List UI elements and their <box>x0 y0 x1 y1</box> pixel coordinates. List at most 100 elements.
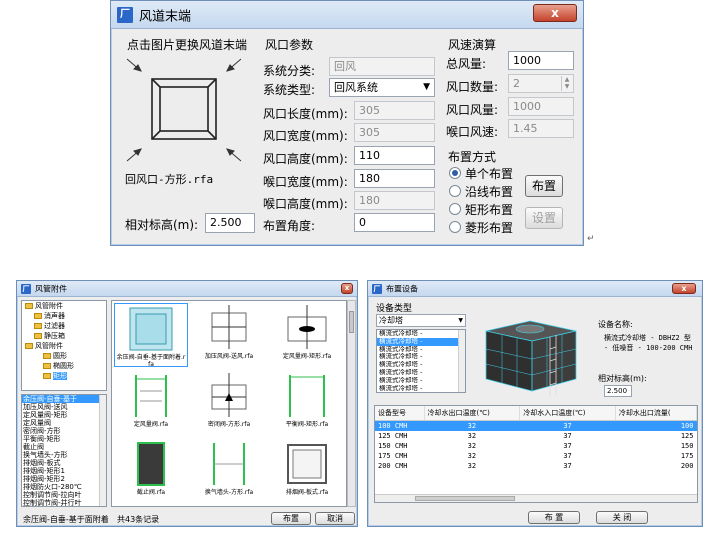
place-button[interactable]: 布置 <box>525 175 563 197</box>
thumbnail-grid[interactable]: 余压阀-自垂-基于面附着.rfa 加压风阀-送风.rfa 定风量阀-矩形.rfa 定风… <box>111 300 347 507</box>
title-bar[interactable]: 厂 布置设备 x <box>368 281 702 297</box>
per-flow-input[interactable]: 1000 <box>508 97 574 116</box>
spin-arrows-icon[interactable]: ▲ ▼ <box>561 76 572 91</box>
list-item[interactable]: 排烟阀-矩形2 <box>22 475 106 483</box>
close-button[interactable]: x <box>672 283 696 294</box>
width-input[interactable]: 305 <box>354 123 435 142</box>
family-thumbnail[interactable]: 密闭阀-方形.rfa <box>192 371 266 435</box>
grid-scrollbar[interactable] <box>347 300 356 507</box>
type-group-title: 设备类型 <box>376 304 413 314</box>
radio-rect[interactable] <box>449 203 461 215</box>
terminal-preview-image[interactable] <box>119 51 249 169</box>
list-item[interactable]: 横流式冷却塔 - <box>377 330 465 338</box>
rel-height-input[interactable]: 2.500 <box>205 213 255 233</box>
radio-single[interactable] <box>449 167 461 179</box>
table-cell: 37 <box>563 432 572 440</box>
family-thumbnail[interactable]: 换气墙头-方形.rfa <box>192 439 266 503</box>
radio-along-line[interactable] <box>449 185 461 197</box>
list-item[interactable]: 控制调节阀-并行叶 <box>22 499 106 506</box>
family-thumbnail[interactable]: 排烟阀-板式.rfa <box>270 439 344 503</box>
list-item[interactable]: 定风量阀-矩形 <box>22 411 106 419</box>
title-bar[interactable]: 厂 风道末端 x <box>111 1 583 29</box>
count-stepper[interactable]: 2 ▲ ▼ <box>508 74 574 93</box>
thumbnail-label: 定风量阀.rfa <box>133 421 169 428</box>
family-list[interactable]: 余压阀-自垂-基于 加压风阀-送风 定风量阀-矩形 定风量阀 密闭阀-方形 平衡阀-矩形截… <box>21 394 107 507</box>
rel-height-input[interactable]: 2.500 <box>604 385 632 397</box>
tree-item[interactable]: 椭圆形 <box>22 361 106 371</box>
throat-height-input[interactable]: 180 <box>354 191 435 210</box>
list-item[interactable]: 控制调节阀-拉向叶 <box>22 491 106 499</box>
throat-speed-input[interactable]: 1.45 <box>508 119 574 138</box>
family-thumbnail[interactable]: 截止阀.rfa <box>114 439 188 503</box>
list-item[interactable]: 定风量阀 <box>22 419 106 427</box>
list-item[interactable]: 换气墙头-方形 <box>22 451 106 459</box>
close-button[interactable]: x <box>533 4 577 22</box>
equipment-list[interactable]: 横流式冷却塔 - 横流式冷却塔 - 横流式冷却塔 - 横流式冷却塔 - 横流式冷却塔 -… <box>376 329 466 393</box>
tree-item[interactable]: 圆形 <box>22 351 106 361</box>
list-item[interactable]: 加压风阀-送风 <box>22 403 106 411</box>
spec-table[interactable]: 设备型号 冷却水出口温度(℃) 冷却水入口温度(℃) 冷却水出口流量( 100 CMH… <box>374 405 698 503</box>
family-thumbnail[interactable]: 定风量阀-矩形.rfa <box>270 303 344 367</box>
sys-type-select[interactable]: 回风系统 ▼ <box>329 78 435 97</box>
length-input[interactable]: 305 <box>354 101 435 120</box>
category-tree[interactable]: 风管附件 消声器 过滤器 静压箱 风管附件 圆形 椭圆形 矩形 <box>21 300 107 391</box>
tree-item-label: 圆形 <box>53 352 67 360</box>
column-header[interactable]: 冷却水出口温度(℃) <box>424 406 521 421</box>
list-item[interactable]: 平衡阀-矩形 <box>22 435 106 443</box>
list-item[interactable]: 排烟阀-矩形1 <box>22 467 106 475</box>
per-flow-label: 风口风量: <box>446 103 499 117</box>
cancel-button[interactable]: 取消 <box>315 512 355 525</box>
list-item[interactable]: 横流式冷却塔 - <box>377 369 465 377</box>
list-item[interactable]: 横流式冷却塔 - <box>377 361 465 369</box>
place-button[interactable]: 布 置 <box>528 511 580 524</box>
tree-item[interactable]: 过滤器 <box>22 321 106 331</box>
list-item[interactable]: 横流式冷却塔 - <box>377 337 465 346</box>
tree-item[interactable]: 风管附件 <box>22 341 106 351</box>
table-row[interactable]: 125 CMH 32 37 125 <box>375 431 697 441</box>
tree-item[interactable]: 矩形 <box>22 371 106 381</box>
family-thumbnail[interactable]: 余压阀-自垂-基于面附着.rfa <box>114 303 188 368</box>
scroll-thumb[interactable] <box>415 496 515 501</box>
list-scrollbar[interactable] <box>458 330 465 392</box>
radio-diamond[interactable] <box>449 221 461 233</box>
table-row[interactable]: 175 CMH 32 37 175 <box>375 451 697 461</box>
sys-type-value: 回风系统 <box>334 81 378 94</box>
type-combo[interactable]: 冷却塔 ▼ <box>376 314 466 327</box>
table-cell: 32 <box>467 462 477 470</box>
tree-item[interactable]: 静压箱 <box>22 331 106 341</box>
title-bar[interactable]: 厂 风管附件 x <box>17 281 357 297</box>
list-item[interactable]: 排烟防火口-280℃ <box>22 483 106 491</box>
tree-item[interactable]: 消声器 <box>22 311 106 321</box>
angle-input[interactable]: 0 <box>354 213 435 232</box>
settings-button[interactable]: 设置 <box>525 207 563 229</box>
list-item[interactable]: 横流式冷却塔 - <box>377 346 465 354</box>
total-flow-input[interactable]: 1000 <box>508 51 574 70</box>
height-input[interactable]: 110 <box>354 146 435 165</box>
table-row[interactable]: 200 CMH 32 37 200 <box>375 461 697 471</box>
list-item[interactable]: 横流式冷却塔 - <box>377 385 465 392</box>
family-thumbnail[interactable]: 定风量阀.rfa <box>114 371 188 435</box>
list-scrollbar[interactable] <box>99 395 106 506</box>
column-header[interactable]: 冷却水入口温度(℃) <box>519 406 616 421</box>
list-item[interactable]: 横流式冷却塔 - <box>377 377 465 385</box>
list-item[interactable]: 截止阀 <box>22 443 106 451</box>
throat-width-input[interactable]: 180 <box>354 169 435 188</box>
close-icon[interactable]: x <box>341 283 353 294</box>
list-item[interactable]: 密闭阀-方形 <box>22 427 106 435</box>
table-row[interactable]: 100 CMH 32 37 100 <box>375 420 697 431</box>
table-row[interactable]: 150 CMH 32 37 150 <box>375 441 697 451</box>
column-header[interactable]: 设备型号 <box>375 406 425 421</box>
family-thumbnail[interactable]: 平衡阀-矩形.rfa <box>270 371 344 435</box>
list-item[interactable]: 余压阀-自垂-基于 <box>22 395 106 403</box>
place-button[interactable]: 布置 <box>271 512 311 525</box>
close-dialog-button[interactable]: 关 闭 <box>596 511 648 524</box>
column-header[interactable]: 冷却水出口流量( <box>615 406 697 421</box>
tree-item[interactable]: 风管附件 <box>22 301 106 311</box>
list-item[interactable]: 排烟阀-板式 <box>22 459 106 467</box>
family-thumbnail[interactable]: 加压风阀-送风.rfa <box>192 303 266 367</box>
scroll-thumb[interactable] <box>349 311 354 333</box>
table-cell: 175 <box>680 452 694 460</box>
table-hscrollbar[interactable] <box>375 494 697 502</box>
list-item[interactable]: 横流式冷却塔 - <box>377 353 465 361</box>
sys-class-input[interactable]: 回风 <box>329 57 435 76</box>
